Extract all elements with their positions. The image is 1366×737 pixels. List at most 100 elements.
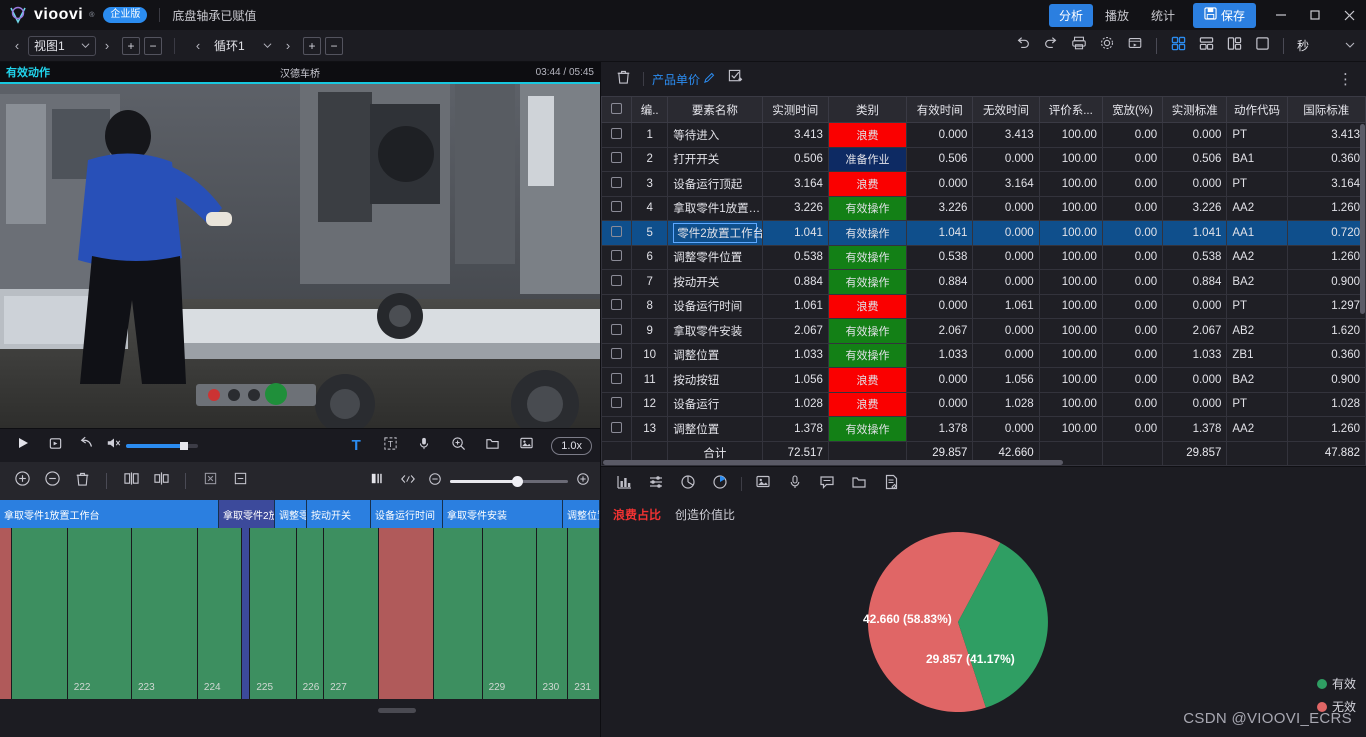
comment-button[interactable] bbox=[816, 473, 838, 495]
table-row[interactable]: 9 拿取零件安装 2.067 有效操作 2.067 0.000 100.00 0.00 2.06… bbox=[601, 318, 1366, 344]
tab-playback[interactable]: 播放 bbox=[1095, 4, 1139, 27]
row-checkbox[interactable] bbox=[611, 250, 623, 262]
timeline-block[interactable] bbox=[433, 528, 483, 699]
cell-allowance[interactable]: 0.00 bbox=[1101, 146, 1164, 172]
cell-code[interactable]: AA2 bbox=[1226, 244, 1288, 270]
cell-name[interactable]: 打开开关 bbox=[667, 146, 763, 172]
cell-name[interactable]: 调整位置 bbox=[667, 416, 763, 442]
row-checkbox[interactable] bbox=[611, 348, 623, 360]
cell-rating[interactable]: 100.00 bbox=[1038, 171, 1103, 197]
loop-prev-button[interactable]: ‹ bbox=[187, 35, 209, 57]
view-select[interactable]: 视图1 bbox=[28, 35, 96, 56]
cell-measured[interactable]: 1.056 bbox=[761, 367, 829, 393]
row-checkbox-cell[interactable] bbox=[601, 293, 633, 319]
row-checkbox-cell[interactable] bbox=[601, 122, 633, 148]
cell-name[interactable]: 设备运行时间 bbox=[667, 293, 763, 319]
header-intl-standard[interactable]: 国际标准 bbox=[1286, 96, 1366, 123]
layout-single-button[interactable] bbox=[1249, 34, 1275, 58]
cell-name[interactable]: 按动按钮 bbox=[667, 367, 763, 393]
row-checkbox[interactable] bbox=[611, 225, 623, 237]
select-rows-button[interactable] bbox=[723, 67, 747, 91]
header-measured-standard[interactable]: 实测标准 bbox=[1162, 96, 1228, 123]
time-unit-select[interactable]: 秒 bbox=[1292, 36, 1360, 56]
view-add-button[interactable]: + bbox=[122, 36, 140, 55]
row-checkbox[interactable] bbox=[611, 127, 623, 139]
cell-allowance[interactable]: 0.00 bbox=[1101, 195, 1164, 221]
timeline-block[interactable]: 224 bbox=[197, 528, 242, 699]
timeline-label[interactable]: 按动开关 bbox=[307, 500, 371, 528]
timeline-label[interactable]: 调整位置 bbox=[563, 500, 600, 528]
cell-category[interactable]: 浪费 bbox=[827, 293, 908, 319]
timeline-label[interactable]: 拿取零件2放置 bbox=[219, 500, 275, 528]
pie-outline-button[interactable] bbox=[677, 473, 699, 495]
table-row[interactable]: 2 打开开关 0.506 准备作业 0.506 0.000 100.00 0.00 0.506 B… bbox=[601, 146, 1366, 172]
cell-category[interactable]: 有效操作 bbox=[827, 416, 908, 442]
cell-measured[interactable]: 1.378 bbox=[761, 416, 829, 442]
cell-rating[interactable]: 100.00 bbox=[1038, 195, 1103, 221]
cell-code[interactable]: AA1 bbox=[1226, 220, 1288, 246]
minus-box-button[interactable] bbox=[228, 469, 252, 493]
table-delete-button[interactable] bbox=[611, 67, 635, 91]
table-row[interactable]: 13 调整位置 1.378 有效操作 1.378 0.000 100.00 0.00 1.378… bbox=[601, 416, 1366, 442]
header-category[interactable]: 类别 bbox=[827, 96, 908, 123]
header-allowance[interactable]: 宽放(%) bbox=[1101, 96, 1164, 123]
cell-code[interactable]: PT bbox=[1226, 293, 1288, 319]
cell-measured[interactable]: 0.884 bbox=[761, 269, 829, 295]
table-row[interactable]: 7 按动开关 0.884 有效操作 0.884 0.000 100.00 0.00 0.884 B… bbox=[601, 269, 1366, 295]
row-checkbox[interactable] bbox=[611, 299, 623, 311]
cell-category[interactable]: 浪费 bbox=[827, 122, 908, 148]
filter-sliders-button[interactable] bbox=[645, 473, 667, 495]
row-checkbox-cell[interactable] bbox=[601, 220, 633, 246]
cell-name[interactable]: 按动开关 bbox=[667, 269, 763, 295]
timeline-zoom-slider[interactable] bbox=[450, 475, 568, 487]
unit-price-button[interactable]: 产品单价 bbox=[652, 71, 715, 88]
header-select-all[interactable] bbox=[601, 96, 633, 123]
timeline-horizontal-scrollbar[interactable] bbox=[378, 708, 416, 713]
cell-rating[interactable]: 100.00 bbox=[1038, 244, 1103, 270]
cell-name[interactable]: 拿取零件1放置… bbox=[667, 195, 763, 221]
layout-split-button[interactable] bbox=[1221, 34, 1247, 58]
timeline-block[interactable]: 223 bbox=[132, 528, 198, 699]
timeline-remove-button[interactable] bbox=[40, 469, 64, 493]
row-checkbox-cell[interactable] bbox=[601, 171, 633, 197]
volume-slider-knob[interactable] bbox=[180, 441, 188, 450]
table-row-selected[interactable]: 5 零件2放置工作台 1.041 有效操作 1.041 0.000 100.00 0.00 1.… bbox=[601, 220, 1366, 246]
timeline-block[interactable] bbox=[241, 528, 251, 699]
cell-code[interactable]: ZB1 bbox=[1226, 342, 1288, 368]
save-button[interactable]: 保存 bbox=[1192, 2, 1256, 28]
maximize-button[interactable] bbox=[1298, 0, 1332, 30]
table-row[interactable]: 10 调整位置 1.033 有效操作 1.033 0.000 100.00 0.00 1.033… bbox=[601, 342, 1366, 368]
row-checkbox[interactable] bbox=[611, 176, 623, 188]
cell-allowance[interactable]: 0.00 bbox=[1101, 244, 1164, 270]
chart-tab-value-ratio[interactable]: 创造价值比 bbox=[675, 506, 735, 523]
timeline-label[interactable]: 拿取零件安装 bbox=[443, 500, 563, 528]
cell-name[interactable]: 等待进入 bbox=[667, 122, 763, 148]
row-checkbox-cell[interactable] bbox=[601, 416, 633, 442]
row-checkbox-cell[interactable] bbox=[601, 146, 633, 172]
close-button[interactable] bbox=[1332, 0, 1366, 30]
timeline-block[interactable]: 229 bbox=[482, 528, 537, 699]
layout-grid-button[interactable] bbox=[1165, 34, 1191, 58]
legend-item[interactable]: 有效 bbox=[1316, 675, 1356, 692]
cell-measured[interactable]: 1.028 bbox=[761, 391, 829, 417]
loop-next-button[interactable]: › bbox=[277, 35, 299, 57]
row-checkbox-cell[interactable] bbox=[601, 342, 633, 368]
cell-rating[interactable]: 100.00 bbox=[1038, 367, 1103, 393]
volume-slider[interactable] bbox=[126, 441, 198, 450]
undo-button[interactable] bbox=[1010, 34, 1036, 58]
cell-category[interactable]: 有效操作 bbox=[827, 269, 908, 295]
cell-measured[interactable]: 2.067 bbox=[761, 318, 829, 344]
row-checkbox[interactable] bbox=[611, 201, 623, 213]
cell-code[interactable]: BA2 bbox=[1226, 367, 1288, 393]
timeline-block[interactable]: 227 bbox=[324, 528, 379, 699]
loop-remove-button[interactable]: − bbox=[325, 36, 343, 55]
cell-category[interactable]: 浪费 bbox=[827, 367, 908, 393]
cell-rating[interactable]: 100.00 bbox=[1038, 122, 1103, 148]
row-checkbox[interactable] bbox=[611, 421, 623, 433]
timeline-label[interactable]: 调整零 bbox=[275, 500, 307, 528]
reset-button[interactable] bbox=[72, 433, 102, 459]
cell-measured[interactable]: 0.506 bbox=[761, 146, 829, 172]
cell-rating[interactable]: 100.00 bbox=[1038, 146, 1103, 172]
timeline-zoom-knob[interactable] bbox=[512, 475, 523, 487]
cell-rating[interactable]: 100.00 bbox=[1038, 342, 1103, 368]
